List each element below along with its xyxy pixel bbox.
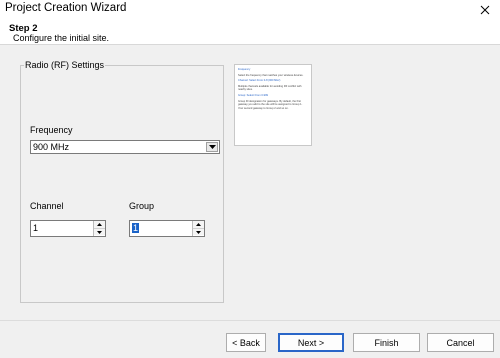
spin-down-icon <box>97 230 102 234</box>
radio-settings-legend: Radio (RF) Settings <box>24 60 106 70</box>
frequency-dropdown-button[interactable] <box>206 142 218 152</box>
help-text: Multiple channels available for avoiding… <box>238 84 302 92</box>
frequency-value: 900 MHz <box>33 142 70 152</box>
spin-down-icon <box>196 230 201 234</box>
spin-up-icon <box>97 223 102 226</box>
group-value: 1 <box>132 223 140 233</box>
channel-label: Channel <box>30 201 64 211</box>
frequency-dropdown[interactable]: 900 MHz <box>30 140 220 154</box>
channel-spin-buttons <box>93 221 105 236</box>
help-panel: Frequency Select the frequency that matc… <box>234 64 312 146</box>
channel-down-button[interactable] <box>94 228 105 235</box>
group-spin-buttons <box>192 221 204 236</box>
radio-settings-group: Radio (RF) Settings <box>20 60 224 303</box>
help-heading: Group: Select From 0-999 <box>238 93 268 97</box>
spin-up-icon <box>196 223 201 226</box>
help-text: Group ID designation for gateways. By de… <box>238 99 303 110</box>
help-heading: Channel: Select From 0-8 (900 MHz) <box>238 79 281 83</box>
channel-value: 1 <box>33 223 39 233</box>
title-bar: Project Creation Wizard <box>0 0 500 20</box>
group-label: Group <box>129 201 155 211</box>
group-up-button[interactable] <box>193 221 204 228</box>
finish-button[interactable]: Finish <box>353 333 420 352</box>
help-heading: Frequency <box>238 68 251 71</box>
channel-stepper[interactable]: 1 <box>30 220 106 237</box>
group-down-button[interactable] <box>193 228 204 235</box>
next-button[interactable]: Next > <box>278 333 344 352</box>
help-text: Select the frequency that matches your w… <box>238 73 304 77</box>
chevron-down-icon <box>208 145 216 149</box>
group-stepper[interactable]: 1 <box>129 220 205 237</box>
close-button[interactable] <box>470 0 500 20</box>
step-subtitle: Configure the initial site. <box>13 33 110 43</box>
frequency-label: Frequency <box>30 125 73 135</box>
close-icon <box>480 5 490 15</box>
wizard-header: Step 2 Configure the initial site. <box>0 20 500 45</box>
back-button[interactable]: < Back <box>226 333 266 352</box>
channel-up-button[interactable] <box>94 221 105 228</box>
window-title: Project Creation Wizard <box>5 2 127 14</box>
cancel-button[interactable]: Cancel <box>427 333 494 352</box>
